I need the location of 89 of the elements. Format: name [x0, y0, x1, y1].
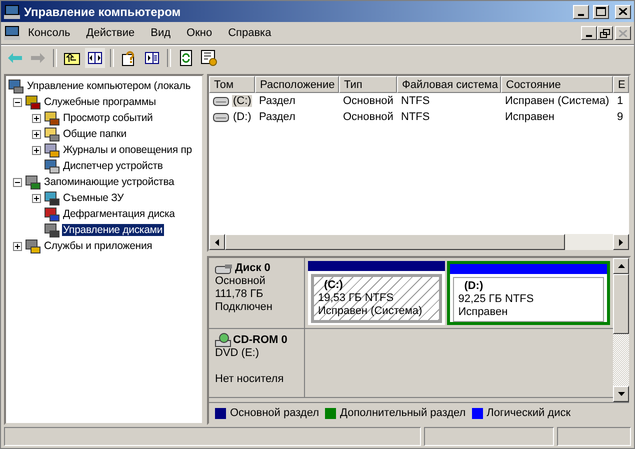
legend-label: Основной раздел	[230, 407, 319, 419]
table-cell-text: Раздел	[258, 111, 296, 123]
partition-label: (C:)	[323, 279, 344, 292]
table-cell-text: Раздел	[258, 95, 296, 107]
pane-icon	[145, 52, 159, 64]
tree-item[interactable]: Службы и приложения	[43, 240, 154, 252]
column-header[interactable]: Е	[613, 76, 629, 93]
minimize-button[interactable]	[581, 26, 597, 40]
disk-info: Подключен	[215, 301, 274, 314]
column-header[interactable]: Тип	[339, 76, 397, 93]
tree-item[interactable]: Журналы и оповещения пр	[62, 144, 193, 156]
legend-label: Логический диск	[486, 407, 571, 419]
close-button[interactable]	[615, 4, 631, 18]
column-header[interactable]: Файловая система	[397, 76, 501, 93]
table-cell-text: NTFS	[400, 95, 431, 107]
expand-icon[interactable]	[32, 146, 41, 154]
tree-item[interactable]: Служебные программы	[43, 96, 157, 108]
disk-name: Диск 0	[215, 262, 298, 275]
toolbar-button[interactable]	[199, 48, 219, 68]
toolbar-button[interactable]	[85, 48, 105, 68]
up-arrow-icon[interactable]	[618, 264, 624, 268]
expand-icon[interactable]	[32, 130, 41, 138]
tree-item[interactable]: Просмотр событий	[62, 112, 154, 124]
forward-arrow-icon	[31, 53, 45, 63]
cd-drive-icon	[215, 333, 231, 347]
partition-status: Исправен	[458, 306, 509, 319]
collapse-icon[interactable]	[13, 178, 22, 186]
maximize-button[interactable]	[593, 4, 609, 18]
window-title: Управление компьютером	[24, 4, 182, 18]
disk-name: CD-ROM 0	[215, 333, 298, 347]
maximize-icon	[596, 7, 606, 16]
column-header[interactable]: Том	[209, 76, 255, 93]
table-cell-text: NTFS	[400, 111, 431, 123]
minimize-icon	[586, 35, 592, 37]
partition-label: (D:)	[463, 280, 484, 293]
column-header[interactable]: Состояние	[501, 76, 613, 93]
partition-size: 19,53 ГБ NTFS	[318, 292, 395, 305]
table-cell-text: 9	[616, 111, 624, 123]
properties-icon	[201, 50, 217, 66]
menu-item[interactable]: Действие	[78, 25, 143, 41]
horizontal-scrollbar[interactable]	[209, 234, 629, 250]
right-arrow-icon[interactable]	[619, 238, 623, 246]
minimize-button[interactable]	[573, 4, 589, 18]
table-cell-text: Исправен	[504, 111, 556, 123]
partition-size: 92,25 ГБ NTFS	[458, 293, 535, 306]
column-header[interactable]: Расположение	[255, 76, 339, 93]
table-cell[interactable]: (C:)	[232, 95, 252, 107]
tree-item[interactable]: Диспетчер устройств	[62, 160, 164, 172]
disk-info: DVD (E:)	[215, 347, 260, 360]
partition[interactable]: (D:) 92,25 ГБ NTFS Исправен	[447, 261, 610, 325]
down-arrow-icon[interactable]	[618, 392, 624, 396]
tree-item[interactable]: Дефрагментация диска	[62, 208, 176, 220]
help-icon	[121, 50, 137, 66]
close-icon	[619, 30, 627, 36]
tree-item[interactable]: Запоминающие устройства	[43, 176, 176, 188]
expand-icon[interactable]	[13, 242, 22, 250]
folder-up-icon	[64, 51, 80, 65]
menu-item[interactable]: Консоль	[20, 25, 78, 41]
table-cell-text: Основной	[342, 111, 394, 123]
menu-item[interactable]: Вид	[142, 25, 179, 41]
menu-item[interactable]: Окно	[178, 25, 220, 41]
disk-info: Основной	[215, 275, 266, 288]
back-arrow-icon	[8, 53, 22, 63]
table-cell[interactable]: (D:)	[232, 111, 252, 123]
partition[interactable]: (C:) 19,53 ГБ NTFS Исправен (Система)	[308, 261, 446, 325]
table-cell-text: Основной	[342, 95, 394, 107]
minimize-icon	[578, 14, 584, 16]
table-cell-text: Исправен (Система)	[504, 95, 610, 107]
restore-icon	[600, 28, 610, 38]
tree-item[interactable]: Управление компьютером (локаль	[26, 80, 192, 92]
disk-info: 111,78 ГБ	[215, 288, 264, 301]
tree-item[interactable]: Общие папки	[62, 128, 128, 140]
table-cell-text: 1	[616, 95, 624, 107]
restore-button[interactable]	[597, 26, 613, 40]
legend-label: Дополнительный раздел	[340, 407, 466, 419]
close-icon	[619, 8, 627, 15]
tree-item[interactable]: Управление дисками	[62, 224, 164, 236]
left-arrow-icon[interactable]	[215, 238, 219, 246]
tree-item[interactable]: Съемные ЗУ	[62, 192, 125, 204]
expand-icon[interactable]	[32, 114, 41, 122]
disk-info: Нет носителя	[215, 373, 285, 386]
partition-status: Исправен (Система)	[318, 305, 424, 318]
close-button[interactable]	[615, 26, 631, 40]
vertical-scrollbar[interactable]	[613, 258, 629, 402]
expand-icon[interactable]	[32, 194, 41, 202]
collapse-icon[interactable]	[13, 98, 22, 106]
menu-item[interactable]: Справка	[220, 25, 280, 41]
tree-pane-icon	[88, 52, 102, 64]
refresh-icon	[180, 50, 192, 66]
